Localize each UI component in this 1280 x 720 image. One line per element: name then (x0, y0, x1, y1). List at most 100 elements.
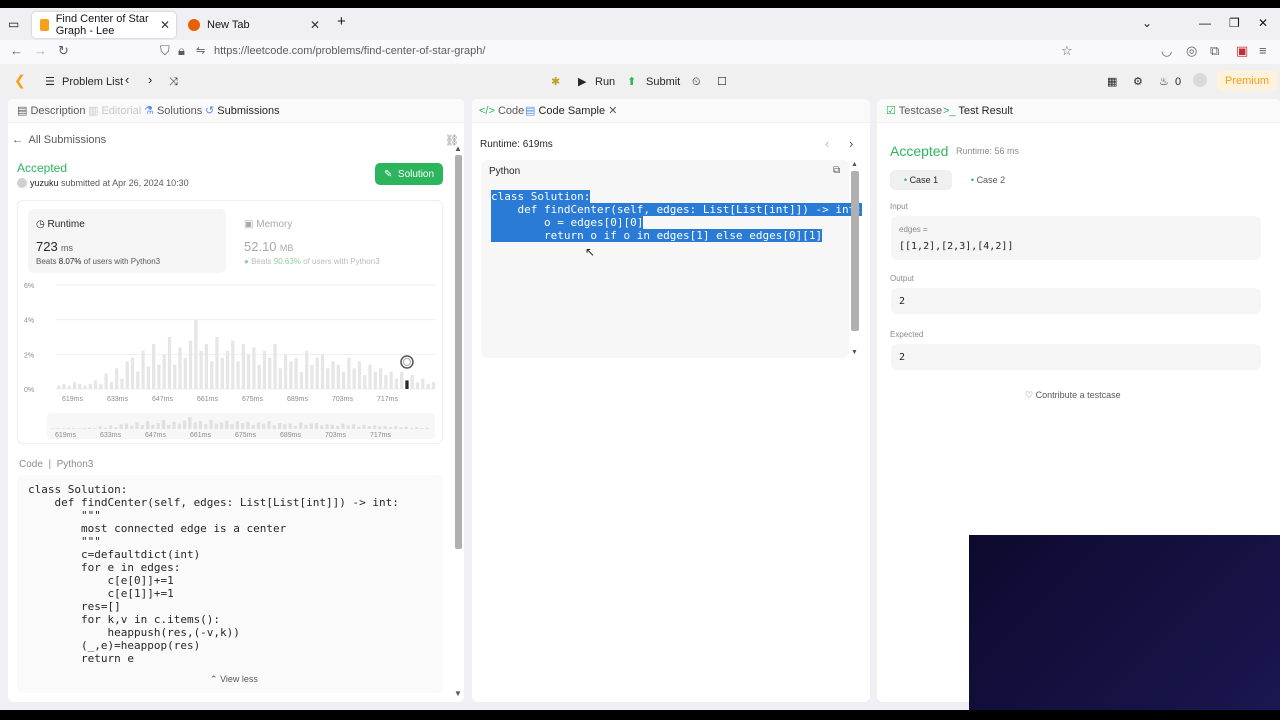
mini-bar (82, 428, 86, 429)
bookmark-star-icon[interactable]: ☆ (1061, 44, 1073, 58)
code-line: (_,e)=heappop(res) (28, 639, 201, 652)
shield-icon[interactable]: ⛉ (160, 44, 170, 58)
runtime-bar (352, 368, 356, 389)
notes-icon[interactable]: ☐ (717, 75, 727, 89)
prev-sample-icon[interactable]: ‹ (825, 136, 829, 151)
leetcode-logo-icon[interactable]: ❮ (14, 73, 26, 87)
runtime-bar (363, 375, 367, 389)
minimize-icon[interactable]: — (1199, 16, 1211, 30)
runtime-bar (268, 357, 272, 389)
mini-bar (66, 427, 71, 429)
forward-icon[interactable]: → (34, 44, 47, 58)
extensions-icon[interactable]: ⧉ (1210, 44, 1219, 58)
runtime-bar (210, 361, 214, 389)
run-button[interactable]: Run (595, 75, 615, 89)
memory-stat[interactable]: ▣ Memory 52.10 MB ● Beats 90.63% of user… (236, 209, 434, 273)
runtime-bar (320, 354, 325, 389)
avatar[interactable] (1193, 73, 1207, 87)
close-tab-icon[interactable]: ✕ (160, 18, 170, 32)
runtime-bar (347, 357, 351, 389)
contribute-testcase-link[interactable]: ♡ Contribute a testcase (1025, 390, 1121, 401)
close-tab-icon[interactable]: ✕ (310, 18, 320, 32)
code-line: c=defaultdict(int) (28, 548, 201, 561)
tab-overflow-chevron-icon[interactable]: ⌄ (1142, 16, 1152, 30)
submit-button[interactable]: Submit (646, 75, 680, 89)
tab-testcase[interactable]: ☑ Testcase (886, 105, 942, 118)
case-2-tab[interactable]: • Case 2 (957, 170, 1019, 190)
mini-bar (283, 424, 287, 429)
debug-icon[interactable]: ✱ (551, 75, 560, 89)
code-line: for e in edges: (28, 561, 181, 574)
mini-bar (72, 428, 76, 429)
code-line: most connected edge is a center (28, 522, 287, 535)
sample-code-box[interactable]: Python ⧉ class Solution: def findCenter(… (481, 160, 862, 358)
tab-list-icon[interactable]: ▭ (8, 17, 19, 31)
account-icon[interactable]: ◎ (1186, 44, 1197, 58)
runtime-bar (220, 357, 224, 389)
back-icon[interactable]: ← (10, 44, 23, 58)
scroll-down-icon[interactable]: ▼ (851, 349, 858, 356)
runtime-stat[interactable]: ◷ Runtime 723 ms Beats 8.07% of users wi… (28, 209, 226, 273)
all-submissions-link[interactable]: ← All Submissions (12, 134, 106, 146)
left-panel-scrollbar[interactable]: ▲ ▼ (454, 144, 463, 700)
scroll-down-icon[interactable]: ▼ (454, 689, 462, 698)
case-1-tab[interactable]: • Case 1 (890, 170, 952, 190)
scroll-up-icon[interactable]: ▲ (851, 161, 858, 168)
runtime-bar (415, 382, 420, 389)
pocket-icon[interactable]: ◡ (1161, 44, 1172, 58)
menu-icon[interactable]: ≡ (1259, 44, 1267, 58)
next-problem-icon[interactable]: › (148, 73, 152, 87)
permissions-icon[interactable]: ⇋ (196, 44, 205, 58)
scroll-up-icon[interactable]: ▲ (454, 144, 462, 153)
problem-list-link[interactable]: Problem List (62, 75, 123, 89)
mini-bar (425, 427, 429, 429)
close-tab-icon[interactable]: ✕ (608, 105, 617, 117)
reload-icon[interactable]: ↻ (58, 44, 69, 58)
restore-icon[interactable]: ❐ (1229, 16, 1240, 30)
mini-bar (219, 422, 224, 429)
next-sample-icon[interactable]: › (849, 136, 853, 151)
browser-tab-active[interactable]: Find Center of Star Graph - Lee ✕ (32, 12, 176, 38)
new-tab-icon[interactable]: + (337, 13, 346, 30)
sample-code-scrollbar[interactable]: ▲ ▼ (850, 161, 860, 359)
tab-code-sample[interactable]: ▤ Code Sample ✕ (525, 105, 617, 118)
view-less-button[interactable]: ⌃ View less (210, 674, 258, 685)
copy-icon[interactable]: ⧉ (833, 165, 840, 176)
timer-icon[interactable]: ⏲ (692, 75, 701, 89)
input-field[interactable]: edges = [[1,2],[2,3],[4,2]] (891, 216, 1261, 260)
shuffle-icon[interactable]: ⤨ (169, 75, 178, 89)
code-tab[interactable]: Code (19, 459, 43, 470)
runtime-bar (368, 364, 372, 389)
submission-user[interactable]: yuzuku (30, 178, 59, 188)
mini-bar (262, 423, 266, 429)
expected-field[interactable]: 2 (891, 344, 1261, 370)
extension-app-icon[interactable]: ▣ (1236, 44, 1248, 58)
tab-test-result[interactable]: >_ Test Result (943, 105, 1013, 118)
settings-gear-icon[interactable]: ⚙ (1133, 75, 1143, 89)
submitted-code-block[interactable]: class Solution: def findCenter(self, edg… (17, 475, 443, 693)
tab-editorial[interactable]: ▥ Editorial (88, 105, 141, 118)
runtime-bar (273, 343, 277, 389)
solution-button[interactable]: ✎ Solution (375, 163, 443, 185)
sample-code[interactable]: class Solution: def findCenter(self, edg… (491, 190, 862, 242)
document-icon: ▤ (525, 105, 536, 117)
output-field[interactable]: 2 (891, 288, 1261, 314)
tab-code[interactable]: </> Code (479, 105, 524, 118)
scrollbar-thumb[interactable] (851, 171, 859, 331)
url-bar[interactable]: https://leetcode.com/problems/find-cente… (214, 45, 485, 57)
tab-solutions[interactable]: ⚗ Solutions (144, 105, 202, 118)
lock-icon[interactable]: 🔒︎ (178, 44, 185, 58)
mini-bar (98, 426, 102, 429)
browser-tab-newtab[interactable]: New Tab ✕ (180, 12, 326, 38)
mini-bar (409, 427, 414, 429)
input-label: Input (890, 202, 908, 211)
premium-button[interactable]: Premium (1217, 71, 1278, 91)
code-line: class Solution: (491, 190, 591, 203)
prev-problem-icon[interactable]: ‹ (125, 73, 129, 87)
scrollbar-thumb[interactable] (455, 155, 462, 549)
layout-icon[interactable]: ▦ (1107, 75, 1117, 89)
chart-range-selector[interactable]: 619ms 633ms 647ms 661ms 675ms 689ms 703ms 717ms (47, 413, 435, 439)
close-window-icon[interactable]: ✕ (1258, 16, 1268, 30)
tab-description[interactable]: ▤ Description (17, 105, 86, 118)
tab-submissions[interactable]: ↺ Submissions (205, 105, 280, 118)
